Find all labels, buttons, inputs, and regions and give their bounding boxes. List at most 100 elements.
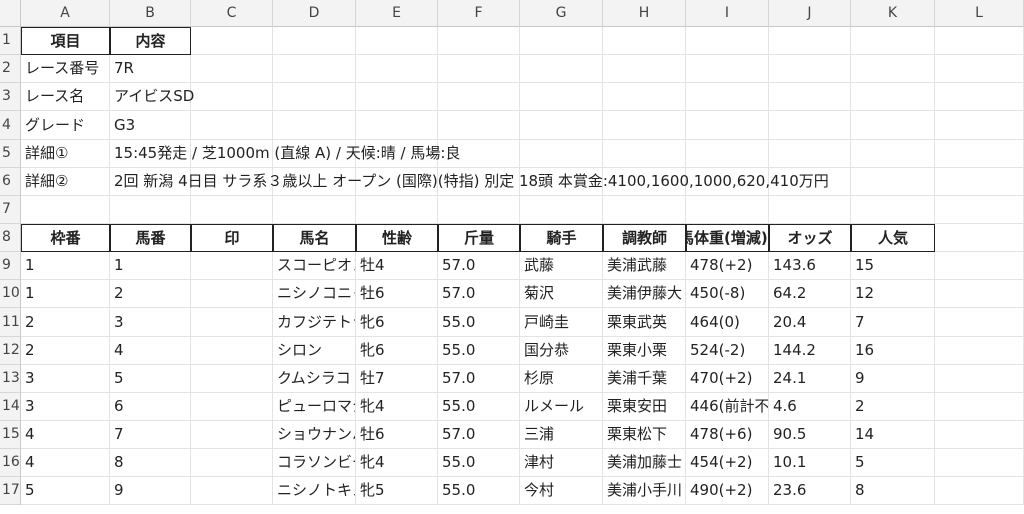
row-header-8[interactable]: 8	[0, 224, 21, 252]
table-cell[interactable]: 57.0	[438, 365, 520, 393]
table-cell[interactable]: クムシラコ	[273, 365, 356, 393]
table-cell[interactable]: 美浦千葉	[603, 365, 686, 393]
table-cell[interactable]: 8	[110, 449, 191, 477]
row-header-4[interactable]: 4	[0, 111, 21, 140]
grid-cell[interactable]	[438, 196, 520, 224]
table-cell[interactable]	[191, 252, 273, 280]
table-cell[interactable]: 57.0	[438, 280, 520, 308]
grid-cell[interactable]	[273, 196, 356, 224]
table-header-9[interactable]: オッズ	[769, 224, 851, 252]
info-header-content[interactable]: 内容	[110, 27, 191, 55]
info-label[interactable]: 詳細①	[21, 140, 110, 168]
table-cell[interactable]: 牡6	[356, 421, 438, 449]
table-cell[interactable]: 464(0)	[686, 308, 769, 337]
table-cell[interactable]: 4	[21, 421, 110, 449]
table-cell[interactable]: 牡7	[356, 365, 438, 393]
table-cell[interactable]: 武藤	[520, 252, 603, 280]
table-cell[interactable]: 15	[851, 252, 935, 280]
table-cell[interactable]: 14	[851, 421, 935, 449]
row-header-14[interactable]: 14	[0, 393, 21, 421]
table-cell[interactable]: 143.6	[769, 252, 851, 280]
info-label[interactable]: 詳細②	[21, 168, 110, 196]
table-cell[interactable]: 杉原	[520, 365, 603, 393]
table-cell[interactable]: 牝6	[356, 337, 438, 365]
table-cell[interactable]: 戸崎圭	[520, 308, 603, 337]
row-header-1[interactable]: 1	[0, 27, 21, 55]
table-cell[interactable]	[191, 365, 273, 393]
table-cell[interactable]: 524(-2)	[686, 337, 769, 365]
table-header-0[interactable]: 枠番	[21, 224, 110, 252]
grid-cell[interactable]	[21, 196, 110, 224]
row-header-6[interactable]: 6	[0, 168, 21, 196]
table-cell[interactable]: 国分恭	[520, 337, 603, 365]
column-header-a[interactable]: A	[21, 0, 110, 27]
table-cell[interactable]: 牝4	[356, 449, 438, 477]
table-cell[interactable]: スコーピオン	[273, 252, 356, 280]
table-header-1[interactable]: 馬番	[110, 224, 191, 252]
table-cell[interactable]: 津村	[520, 449, 603, 477]
table-cell[interactable]: 2	[21, 337, 110, 365]
table-cell[interactable]: 5	[21, 477, 110, 505]
grid-cell[interactable]	[191, 196, 273, 224]
table-cell[interactable]: ニシノコニャック	[273, 280, 356, 308]
row-header-17[interactable]: 17	[0, 477, 21, 505]
grid-cell[interactable]	[935, 27, 1024, 55]
table-cell[interactable]: 1	[21, 252, 110, 280]
row-header-11[interactable]: 11	[0, 308, 21, 337]
grid-cell[interactable]	[935, 308, 1024, 337]
table-cell[interactable]: 23.6	[769, 477, 851, 505]
table-cell[interactable]: 4	[110, 337, 191, 365]
table-cell[interactable]: 20.4	[769, 308, 851, 337]
grid-cell[interactable]	[686, 196, 769, 224]
column-header-d[interactable]: D	[273, 0, 356, 27]
table-cell[interactable]: 55.0	[438, 393, 520, 421]
grid-cell[interactable]	[935, 477, 1024, 505]
grid-cell[interactable]	[851, 27, 935, 55]
table-cell[interactable]: 446(前計不)	[686, 393, 769, 421]
table-cell[interactable]: 454(+2)	[686, 449, 769, 477]
table-header-7[interactable]: 調教師	[603, 224, 686, 252]
column-header-f[interactable]: F	[438, 0, 520, 27]
table-cell[interactable]: 470(+2)	[686, 365, 769, 393]
table-cell[interactable]: 2	[21, 308, 110, 337]
table-cell[interactable]: 牝4	[356, 393, 438, 421]
table-cell[interactable]: 美浦加藤士	[603, 449, 686, 477]
table-cell[interactable]: ショウナンハクウン	[273, 421, 356, 449]
grid-cell[interactable]	[110, 196, 191, 224]
table-cell[interactable]: 牡4	[356, 252, 438, 280]
table-cell[interactable]	[191, 393, 273, 421]
column-header-e[interactable]: E	[356, 0, 438, 27]
table-cell[interactable]: 3	[21, 393, 110, 421]
column-header-l[interactable]: L	[935, 0, 1024, 27]
row-header-9[interactable]: 9	[0, 252, 21, 280]
table-cell[interactable]: 55.0	[438, 337, 520, 365]
spreadsheet[interactable]: A B C D E F G H I J K L 1 2 3 4 5 6 7 8 9 10 11 12 13 14 15 16 17 項目内…	[0, 0, 1024, 514]
table-cell[interactable]	[191, 337, 273, 365]
table-cell[interactable]: 7	[851, 308, 935, 337]
grid-cell[interactable]	[851, 196, 935, 224]
table-cell[interactable]: 24.1	[769, 365, 851, 393]
table-header-6[interactable]: 騎手	[520, 224, 603, 252]
info-label[interactable]: グレード	[21, 111, 110, 140]
table-cell[interactable]: 栗東安田	[603, 393, 686, 421]
table-header-5[interactable]: 斤量	[438, 224, 520, 252]
grid-cell[interactable]	[603, 196, 686, 224]
table-cell[interactable]: 5	[851, 449, 935, 477]
table-cell[interactable]: 478(+2)	[686, 252, 769, 280]
table-header-2[interactable]: 印	[191, 224, 273, 252]
info-value[interactable]: 2回 新潟 4日目 サラ系３歳以上 オープン (国際)(特指) 別定 18頭 本…	[110, 168, 910, 196]
table-cell[interactable]: 4.6	[769, 393, 851, 421]
table-cell[interactable]: 1	[21, 280, 110, 308]
table-cell[interactable]: ルメール	[520, 393, 603, 421]
info-value[interactable]: アイビスSD	[110, 83, 910, 111]
table-cell[interactable]: 栗東武英	[603, 308, 686, 337]
table-cell[interactable]	[191, 280, 273, 308]
grid-cell[interactable]	[935, 280, 1024, 308]
grid-cell[interactable]	[935, 83, 1024, 111]
row-header-3[interactable]: 3	[0, 83, 21, 111]
table-cell[interactable]: 栗東松下	[603, 421, 686, 449]
grid-cell[interactable]	[356, 196, 438, 224]
table-cell[interactable]: ピューロマジック	[273, 393, 356, 421]
row-header-13[interactable]: 13	[0, 365, 21, 393]
grid-cell[interactable]	[935, 365, 1024, 393]
